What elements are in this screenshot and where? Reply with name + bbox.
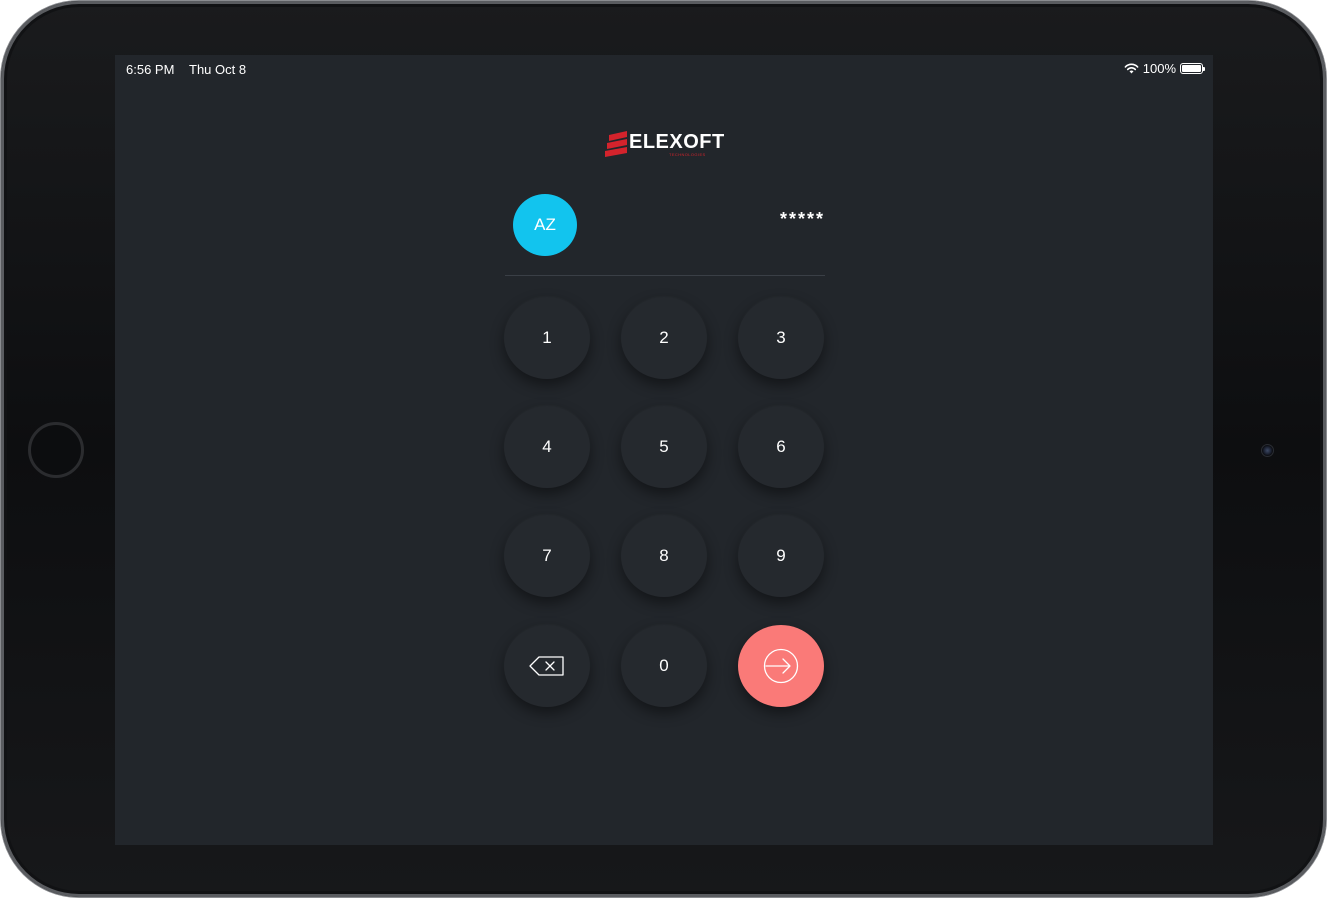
status-time: 6:56 PM (126, 62, 175, 77)
keypad-key-0[interactable]: 0 (621, 625, 707, 707)
logo-wordmark: ELEXOFT (629, 131, 725, 153)
key-label: 0 (659, 656, 669, 675)
lock-screen: 6:56 PM Thu Oct 8 100% ELEXOFT TECHNOLOG… (115, 55, 1213, 845)
status-indicators: 100% (1124, 61, 1205, 76)
login-button[interactable] (738, 625, 824, 707)
backspace-button[interactable] (504, 625, 590, 707)
battery-percent: 100% (1142, 61, 1176, 76)
user-avatar[interactable]: AZ (513, 194, 577, 256)
key-label: 4 (542, 437, 552, 456)
login-arrow-icon (763, 648, 799, 684)
pin-divider (505, 275, 825, 276)
battery-fill (1182, 65, 1201, 72)
keypad-key-7[interactable]: 7 (504, 515, 590, 597)
user-initials: AZ (534, 215, 556, 234)
logo-mark-icon (605, 131, 627, 157)
home-button[interactable] (28, 422, 84, 478)
backspace-icon (529, 656, 564, 676)
keypad-key-9[interactable]: 9 (738, 515, 824, 597)
camera-icon (1261, 444, 1274, 457)
key-label: 7 (542, 546, 552, 565)
key-label: 1 (542, 328, 552, 347)
key-label: 3 (776, 328, 786, 347)
key-label: 8 (659, 546, 669, 565)
keypad-key-1[interactable]: 1 (504, 297, 590, 379)
keypad-key-4[interactable]: 4 (504, 406, 590, 488)
key-label: 9 (776, 546, 786, 565)
wifi-icon (1124, 63, 1139, 74)
keypad-key-6[interactable]: 6 (738, 406, 824, 488)
key-label: 5 (659, 437, 669, 456)
tablet-frame: 6:56 PM Thu Oct 8 100% ELEXOFT TECHNOLOG… (1, 1, 1326, 897)
status-bar: 6:56 PM Thu Oct 8 100% (115, 55, 1213, 83)
status-date: Thu Oct 8 (189, 62, 247, 77)
company-logo: ELEXOFT TECHNOLOGIES (605, 131, 725, 159)
key-label: 6 (776, 437, 786, 456)
keypad-key-2[interactable]: 2 (621, 297, 707, 379)
keypad-key-8[interactable]: 8 (621, 515, 707, 597)
battery-icon (1180, 63, 1205, 74)
key-label: 2 (659, 328, 669, 347)
keypad-key-3[interactable]: 3 (738, 297, 824, 379)
keypad-key-5[interactable]: 5 (621, 406, 707, 488)
pin-display: ***** (779, 209, 825, 229)
logo-tagline: TECHNOLOGIES (669, 152, 706, 157)
